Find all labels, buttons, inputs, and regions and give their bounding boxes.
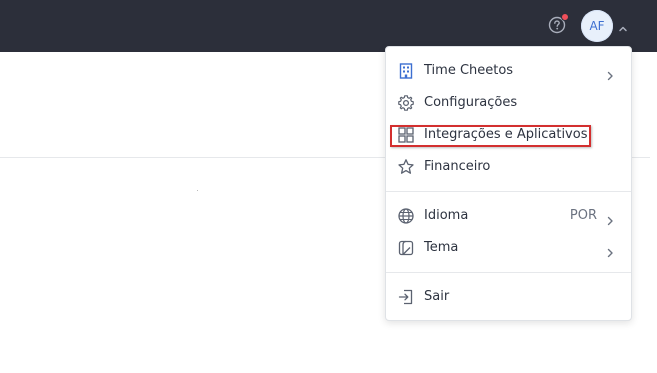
background-speck [197, 190, 198, 191]
user-avatar[interactable]: AF [581, 10, 613, 42]
menu-item-time-cheetos[interactable]: Time Cheetos [386, 55, 631, 87]
menu-item-label: Idioma [424, 208, 469, 223]
chevron-right-icon [605, 66, 615, 81]
gear-icon [397, 94, 415, 112]
menu-item-label: Tema [424, 240, 459, 255]
globe-icon [397, 207, 415, 225]
menu-divider [386, 272, 631, 273]
star-icon [397, 158, 415, 176]
menu-item-configuracoes[interactable]: Configurações [386, 87, 631, 119]
notification-dot [561, 13, 569, 21]
menu-item-idioma[interactable]: Idioma POR [386, 200, 631, 232]
menu-divider [386, 191, 631, 192]
top-navigation-bar: AF [0, 0, 657, 52]
menu-item-label: Sair [424, 289, 450, 304]
user-dropdown-menu: Time Cheetos Configurações Integrações e… [385, 46, 632, 321]
theme-icon [397, 239, 415, 257]
highlight-box [390, 125, 591, 147]
menu-item-sair[interactable]: Sair [386, 281, 631, 313]
menu-item-label: Configurações [424, 95, 518, 110]
logout-icon [397, 288, 415, 306]
menu-item-tema[interactable]: Tema [386, 232, 631, 264]
building-icon [397, 62, 415, 80]
language-value: POR [569, 208, 597, 223]
menu-item-label: Financeiro [424, 159, 491, 174]
chevron-right-icon [605, 211, 615, 226]
menu-item-label: Time Cheetos [424, 63, 514, 78]
chevron-up-icon[interactable] [618, 19, 628, 32]
menu-item-financeiro[interactable]: Financeiro [386, 151, 631, 183]
help-button[interactable] [548, 13, 569, 34]
chevron-right-icon [605, 243, 615, 258]
